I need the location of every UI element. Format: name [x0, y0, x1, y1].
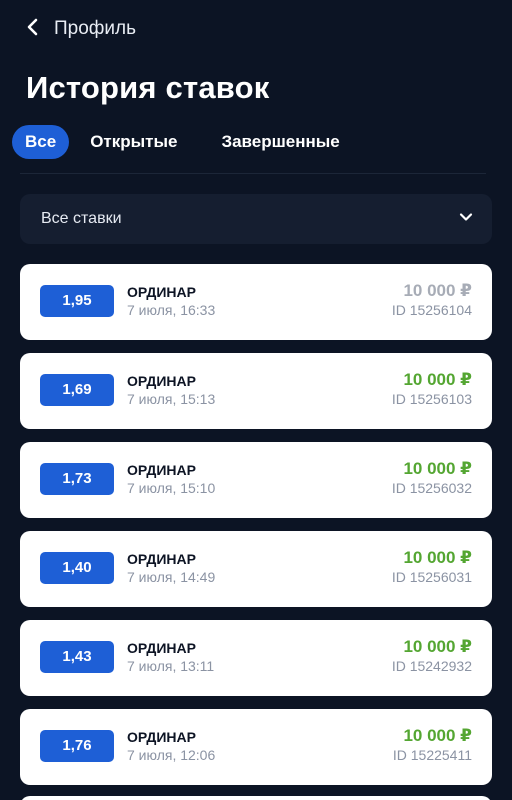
bet-date: 7 июля, 15:13	[127, 391, 216, 407]
bet-type: ОРДИНАР	[127, 373, 196, 389]
tab-open[interactable]: Открытые	[77, 125, 190, 159]
bet-type: ОРДИНАР	[127, 729, 196, 745]
top-bar: Профиль	[0, 0, 512, 58]
divider	[20, 173, 486, 174]
tab-bar: Все Открытые Завершенные	[12, 125, 361, 159]
odds-badge: 1,73	[40, 463, 114, 495]
back-label: Профиль	[54, 18, 137, 39]
page-title: История ставок	[26, 70, 270, 105]
bet-id: ID 15225411	[392, 747, 472, 763]
bet-id: ID 15242932	[391, 658, 472, 674]
odds-badge: 1,43	[40, 641, 114, 673]
bet-type: ОРДИНАР	[127, 284, 196, 300]
bet-date: 7 июля, 12:06	[127, 747, 216, 763]
bet-card[interactable]: 1,73 ОРДИНАР 7 июля, 15:10 10 000 ₽ ID 1…	[20, 442, 492, 518]
bet-card[interactable]: 1,40 ОРДИНАР 7 июля, 14:49 10 000 ₽ ID 1…	[20, 531, 492, 607]
bet-amount: 10 000 ₽	[403, 281, 472, 300]
odds-badge: 1,69	[40, 374, 114, 406]
chevron-down-icon	[458, 209, 474, 230]
filter-label: Все ставки	[41, 210, 122, 227]
bet-amount: 10 000 ₽	[403, 459, 472, 478]
bet-id: ID 15256031	[391, 569, 472, 585]
bet-id: ID 15256103	[391, 391, 472, 407]
bet-card[interactable]: 1,95 ОРДИНАР 7 июля, 16:33 10 000 ₽ ID 1…	[20, 264, 492, 340]
bet-filter-select[interactable]: Все ставки	[20, 194, 492, 244]
odds-badge: 1,95	[40, 285, 114, 317]
bet-id: ID 15256032	[391, 480, 472, 496]
bet-date: 7 июля, 15:10	[127, 480, 216, 496]
bet-type: ОРДИНАР	[127, 551, 196, 567]
bet-amount: 10 000 ₽	[403, 370, 472, 389]
bet-card[interactable]: 1,69 ОРДИНАР 7 июля, 15:13 10 000 ₽ ID 1…	[20, 353, 492, 429]
tab-completed[interactable]: Завершенные	[208, 125, 352, 159]
bet-date: 7 июля, 13:11	[127, 658, 215, 674]
bet-type: ОРДИНАР	[127, 462, 196, 478]
odds-badge: 1,76	[40, 730, 114, 762]
back-button[interactable]: Профиль	[24, 14, 136, 44]
bet-type: ОРДИНАР	[127, 640, 196, 656]
tab-all[interactable]: Все	[12, 125, 70, 159]
bet-amount: 10 000 ₽	[403, 548, 472, 567]
bet-card-partial[interactable]	[20, 796, 492, 800]
bet-amount: 10 000 ₽	[403, 726, 472, 745]
bet-date: 7 июля, 16:33	[127, 302, 216, 318]
bet-card[interactable]: 1,43 ОРДИНАР 7 июля, 13:11 10 000 ₽ ID 1…	[20, 620, 492, 696]
bet-card[interactable]: 1,76 ОРДИНАР 7 июля, 12:06 10 000 ₽ ID 1…	[20, 709, 492, 785]
odds-badge: 1,40	[40, 552, 114, 584]
bet-id: ID 15256104	[391, 302, 472, 318]
bet-amount: 10 000 ₽	[403, 637, 472, 656]
bet-date: 7 июля, 14:49	[127, 569, 216, 585]
chevron-left-icon	[24, 18, 42, 41]
